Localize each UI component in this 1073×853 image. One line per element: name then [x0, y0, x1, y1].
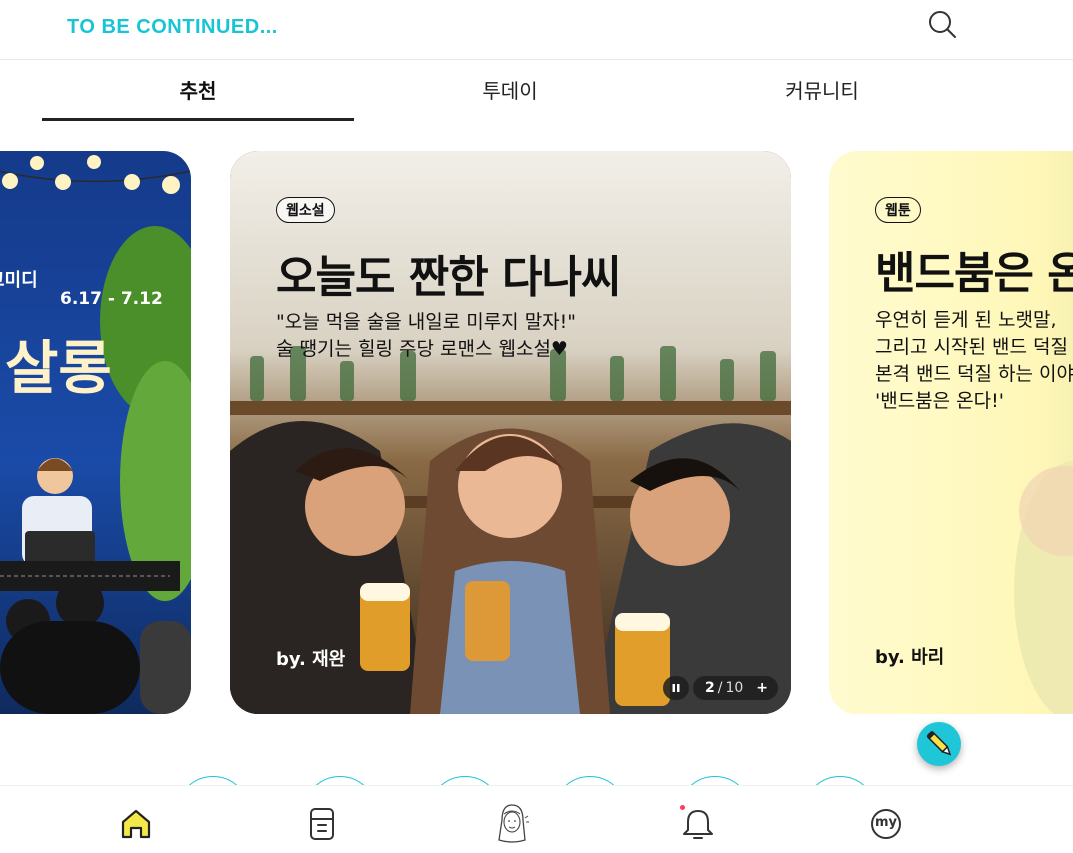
library-icon [310, 808, 334, 840]
banner-title-partial: 살롱 [5, 334, 112, 402]
bar-scene-illustration [230, 151, 791, 714]
genre-label-partial: 코미디 [0, 270, 38, 291]
event-dates: 6.17 - 7.12 [60, 289, 163, 309]
app-header: TO BE CONTINUED... [0, 0, 1073, 60]
my-label: my [874, 815, 898, 830]
banner-carousel[interactable]: 코미디 6.17 - 7.12 살롱 [0, 151, 1073, 714]
tab-bar: 추천 투데이 커뮤니티 [0, 61, 1073, 121]
tab-today[interactable]: 투데이 [354, 75, 666, 104]
nav-library[interactable] [302, 804, 342, 844]
carousel-pager: 2 / 10 + [663, 676, 779, 700]
nav-notifications[interactable] [678, 804, 718, 844]
tab-community[interactable]: 커뮤니티 [666, 75, 978, 104]
banner-description-next-2: 그리고 시작된 밴드 덕질 [875, 336, 1068, 358]
banner-description-next-1: 우연히 듣게 된 노랫말, [875, 309, 1057, 331]
pencil-icon [926, 731, 952, 756]
banner-title-next: 밴드붐은 온 [875, 248, 1073, 299]
nav-home[interactable] [116, 804, 156, 844]
page-separator: / [717, 680, 723, 696]
page-indicator: 2 / 10 + [693, 676, 779, 700]
guitarist-illustration [1014, 461, 1073, 714]
banner-author-next: by. 바리 [875, 647, 945, 668]
bell-icon [683, 810, 713, 839]
total-pages: 10 [725, 680, 744, 696]
banner-description-line-1: "오늘 먹을 술을 내일로 미루지 말자!" [276, 311, 577, 333]
active-tab-indicator [42, 118, 354, 121]
app-logo[interactable]: TO BE CONTINUED... [67, 16, 278, 39]
pause-button[interactable] [663, 676, 689, 700]
tab-recommend[interactable]: 추천 [42, 75, 354, 104]
pause-icon [672, 684, 680, 692]
banner-description-next-3: 본격 밴드 덕질 하는 이야기 [875, 363, 1073, 385]
view-all-button[interactable]: + [756, 680, 768, 696]
search-button[interactable] [926, 8, 958, 40]
current-page: 2 [705, 680, 715, 696]
concert-illustration [0, 155, 191, 714]
nav-character[interactable] [490, 800, 534, 846]
search-icon [929, 11, 956, 38]
banner-title: 오늘도 짠한 다나씨 [276, 252, 621, 303]
banner-description-line-2: 술 땡기는 힐링 주당 로맨스 웹소설♥ [276, 338, 568, 360]
character-avatar-icon [498, 804, 529, 843]
genre-tag-webtoon: 웹툰 [875, 197, 921, 223]
notification-badge [680, 805, 685, 810]
nav-my[interactable]: my [866, 804, 906, 844]
banner-card-previous[interactable]: 코미디 6.17 - 7.12 살롱 [0, 151, 191, 714]
genre-tag-webnovel: 웹소설 [276, 197, 335, 223]
banner-author: by. 재완 [276, 649, 346, 670]
write-button[interactable] [917, 722, 961, 766]
banner-card-next[interactable]: 웹툰 밴드붐은 온 우연히 듣게 된 노랫말, 그리고 시작된 밴드 덕질 본격… [829, 151, 1073, 714]
banner-description-next-4: '밴드붐은 온다!' [875, 390, 1004, 412]
home-icon [121, 809, 151, 839]
bottom-navigation: my [0, 785, 1073, 853]
banner-card-current[interactable]: 웹소설 오늘도 짠한 다나씨 "오늘 먹을 술을 내일로 미루지 말자!" 술 … [230, 151, 791, 714]
